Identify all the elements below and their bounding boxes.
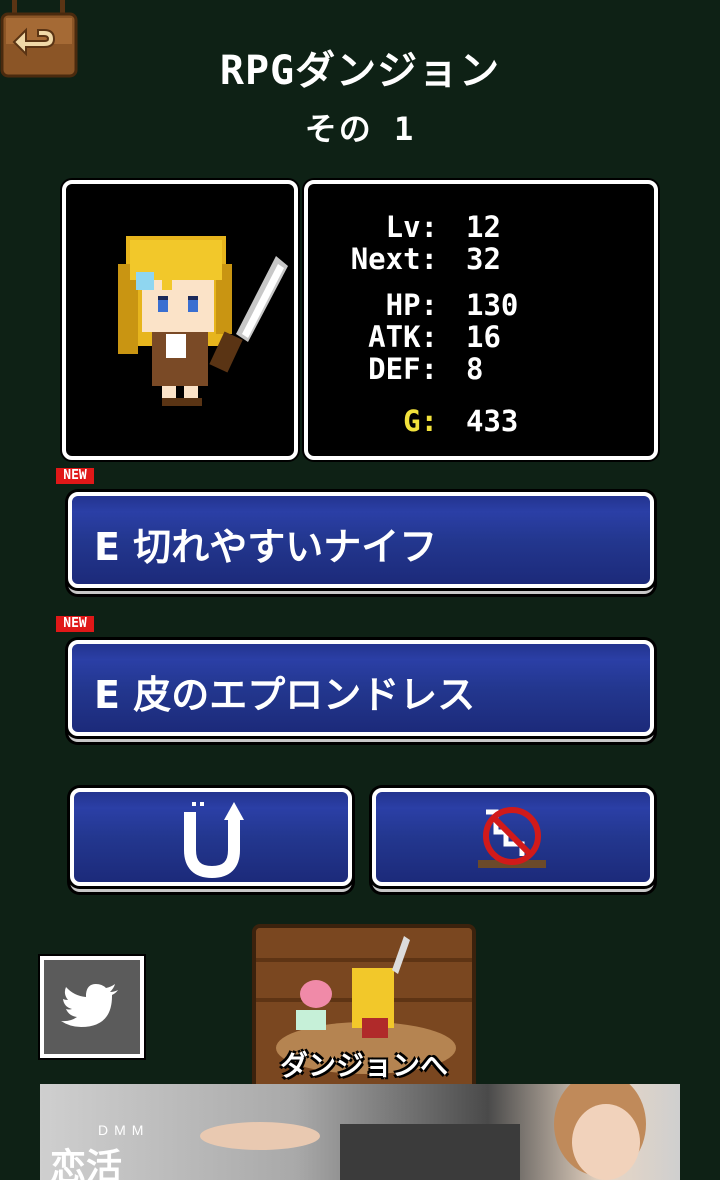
stat-value: 8	[466, 352, 484, 386]
no-stairs-icon	[478, 807, 546, 868]
character-portrait-panel	[62, 180, 298, 460]
new-badge: NEW	[56, 468, 94, 484]
gold-value: 433	[466, 404, 519, 438]
equip-armor-button[interactable]: E 皮のエプロンドレス	[68, 640, 654, 736]
page-title: RPGダンジョン	[219, 48, 501, 94]
stat-next: Next: 32	[308, 242, 654, 276]
stat-label: ATK:	[368, 320, 438, 354]
stage-subtitle: その 1	[304, 110, 416, 148]
stat-level: Lv: 12	[308, 210, 654, 244]
stat-value: 16	[466, 320, 501, 354]
hero-sprite	[118, 236, 288, 406]
twitter-bird-icon	[61, 984, 118, 1027]
stat-label: Next:	[350, 242, 438, 276]
ad-brand: 恋活	[50, 1147, 123, 1180]
gold-label: G:	[403, 404, 438, 438]
stat-value: 130	[466, 288, 519, 322]
stat-label: DEF:	[368, 352, 438, 386]
stat-value: 12	[466, 210, 501, 244]
stat-gold: G: 433	[308, 404, 654, 438]
stat-def: DEF: 8	[308, 352, 654, 386]
dungeon-label: ダンジョンへ	[279, 1049, 448, 1082]
new-badge: NEW	[56, 616, 94, 632]
equip-weapon-label: E 切れやすいナイフ	[94, 525, 438, 569]
stat-value: 32	[466, 242, 501, 276]
stats-panel: Lv: 12 Next: 32 HP: 130 ATK: 16 DEF: 8 G…	[304, 180, 658, 460]
no-stairs-button[interactable]	[372, 788, 654, 886]
stat-atk: ATK: 16	[308, 320, 654, 354]
twitter-share-button[interactable]	[40, 956, 144, 1058]
ad-brand-top: DMM	[98, 1122, 150, 1138]
go-to-dungeon-button[interactable]: ダンジョンへ	[252, 924, 476, 1092]
game-screen: RPGダンジョン その 1 Lv: 12 Next: 32 HP: 130 AT…	[0, 0, 720, 1180]
stat-hp: HP: 130	[308, 288, 654, 322]
stat-label: HP:	[385, 288, 438, 322]
equip-weapon-button[interactable]: E 切れやすいナイフ	[68, 492, 654, 588]
stat-label: Lv:	[385, 210, 438, 244]
equip-armor-label: E 皮のエプロンドレス	[94, 673, 476, 717]
magnet-up-icon	[184, 802, 244, 879]
ad-banner[interactable]: DMM 恋活	[40, 1084, 680, 1180]
magnet-button[interactable]	[70, 788, 352, 886]
